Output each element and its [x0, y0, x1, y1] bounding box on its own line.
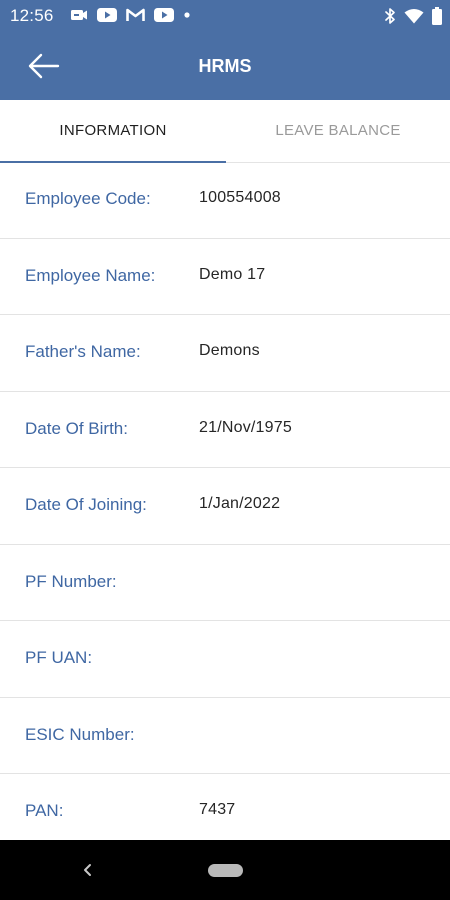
info-label: ESIC Number:: [25, 724, 135, 744]
info-label: Date Of Joining:: [25, 495, 147, 514]
info-value: 7437: [199, 801, 236, 818]
tab-leave-balance[interactable]: LEAVE BALANCE: [226, 100, 450, 162]
nav-home-pill[interactable]: [208, 864, 243, 877]
gmail-icon: [126, 8, 145, 22]
chevron-left-icon: [78, 860, 98, 880]
info-label: Employee Name:: [25, 265, 156, 285]
info-value: 1/Jan/2022: [199, 495, 281, 512]
status-time: 12:56: [10, 6, 54, 25]
system-navigation-bar: [0, 840, 450, 900]
nav-back-button[interactable]: [78, 860, 98, 880]
employee-info-list: Employee Code: 100554008 Employee Name: …: [0, 162, 450, 840]
info-row-employee-name: Employee Name: Demo 17: [0, 239, 450, 315]
notification-dot-icon: [183, 11, 191, 19]
back-button[interactable]: [26, 50, 66, 82]
info-label: Date Of Birth:: [25, 418, 128, 438]
arrow-left-icon: [26, 50, 66, 82]
info-row-pf-number: PF Number:: [0, 545, 450, 621]
toolbar: HRMS: [0, 32, 450, 100]
wifi-icon: [404, 8, 424, 24]
info-value: 100554008: [199, 189, 281, 206]
info-value: 21/Nov/1975: [199, 418, 292, 436]
info-row-esic-number: ESIC Number:: [0, 698, 450, 774]
info-row-employee-code: Employee Code: 100554008: [0, 162, 450, 239]
page-title: HRMS: [198, 56, 252, 76]
info-label: PF UAN:: [25, 648, 93, 667]
info-row-fathers-name: Father's Name: Demons: [0, 315, 450, 392]
status-notification-icons: [70, 8, 191, 22]
tab-bar: INFORMATION LEAVE BALANCE: [0, 100, 450, 163]
info-row-date-of-joining: Date Of Joining: 1/Jan/2022: [0, 468, 450, 545]
info-label: Employee Code:: [25, 189, 151, 208]
info-label: PAN:: [25, 801, 64, 820]
youtube-icon: [154, 8, 174, 22]
tab-information[interactable]: INFORMATION: [0, 100, 226, 162]
info-label: PF Number:: [25, 571, 117, 591]
app-header: 12:56 HRMS: [0, 0, 450, 100]
info-value: Demons: [199, 342, 260, 359]
youtube-icon: [97, 8, 117, 22]
info-label: Father's Name:: [25, 342, 141, 361]
info-value: Demo 17: [199, 265, 266, 283]
info-row-pf-uan: PF UAN:: [0, 621, 450, 698]
info-row-date-of-birth: Date Of Birth: 21/Nov/1975: [0, 392, 450, 468]
video-call-icon: [70, 8, 88, 22]
status-bar: 12:56: [0, 0, 450, 32]
bluetooth-icon: [384, 7, 396, 25]
info-row-pan: PAN: 7437: [0, 774, 450, 840]
status-system-icons: [384, 7, 442, 25]
battery-icon: [432, 7, 442, 25]
